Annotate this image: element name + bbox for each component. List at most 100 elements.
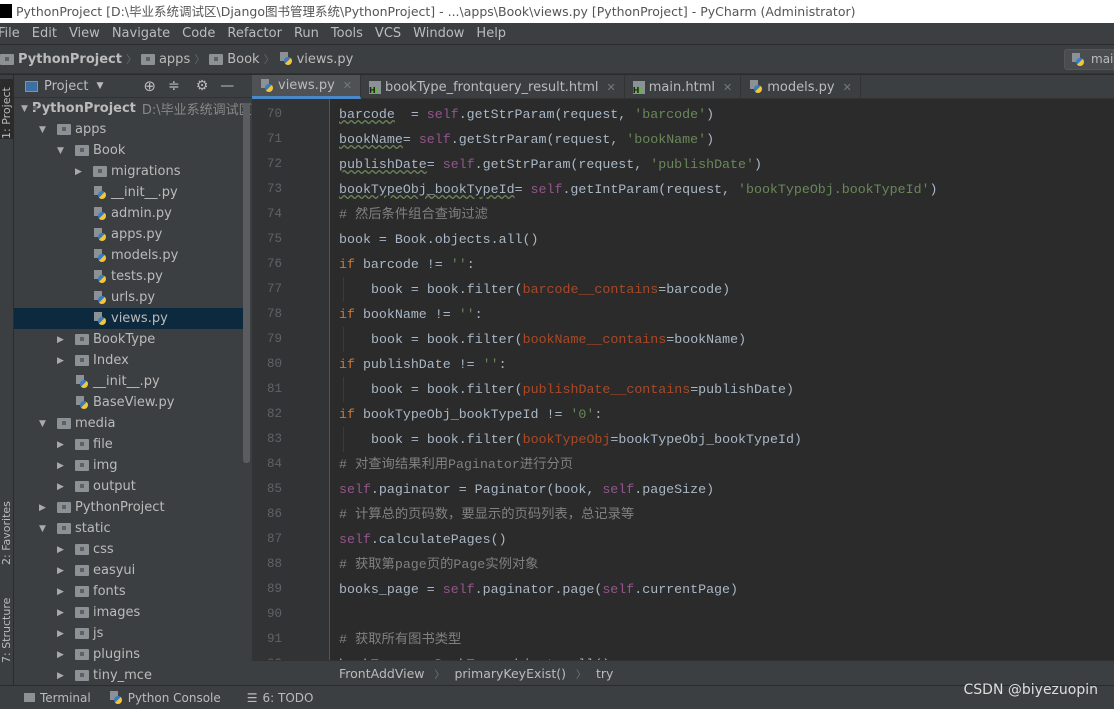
terminal-tool-button[interactable]: Terminal [0, 691, 101, 705]
breadcrumb-item[interactable]: primaryKeyExist() [454, 666, 566, 681]
chevron-down-icon[interactable]: ▼ [96, 81, 103, 91]
code-editor[interactable]: 70 barcode = self.getStrParam(request, 'b… [252, 99, 1114, 660]
menu-vcs[interactable]: VCS [369, 26, 407, 41]
tree-item[interactable]: ▼ static [14, 518, 244, 539]
minimize-icon[interactable]: — [220, 78, 234, 94]
run-config-selector[interactable]: main [1064, 49, 1114, 70]
favorites-tool-button[interactable]: 2: Favorites [0, 495, 14, 565]
breadcrumb-item[interactable]: FrontAddView [339, 666, 424, 681]
chevron-right-icon: 〉 [263, 53, 275, 66]
expanded-arrow-icon[interactable]: ▼ [21, 104, 28, 114]
tab-views-py[interactable]: views.py ✕ [252, 75, 362, 99]
project-tree-scrollbar[interactable] [243, 103, 250, 463]
collapsed-arrow-icon[interactable]: ▶ [39, 503, 57, 513]
tree-item[interactable]: __init__.py [14, 371, 244, 392]
tree-item[interactable]: ▼ apps [14, 119, 244, 140]
structure-tool-button[interactable]: 7: Structure [0, 593, 14, 663]
collapsed-arrow-icon[interactable]: ▶ [57, 461, 75, 471]
nav-crumb[interactable]: views.py [275, 52, 358, 67]
expanded-arrow-icon[interactable]: ▼ [57, 146, 75, 156]
line-number: 81 [266, 382, 282, 396]
close-icon[interactable]: ✕ [343, 79, 352, 92]
tree-item[interactable]: tests.py [14, 266, 244, 287]
menu-file[interactable]: File [0, 26, 26, 41]
collapsed-arrow-icon[interactable]: ▶ [57, 671, 75, 681]
tree-item[interactable]: BaseView.py [14, 392, 244, 413]
tree-item[interactable]: ▶ file [14, 434, 244, 455]
tree-item[interactable]: ▶ img [14, 455, 244, 476]
collapsed-arrow-icon[interactable]: ▶ [57, 566, 75, 576]
nav-crumb[interactable]: Book [205, 52, 263, 67]
menu-edit[interactable]: Edit [26, 26, 63, 41]
tree-item[interactable]: __init__.py [14, 182, 244, 203]
tree-item[interactable]: admin.py [14, 203, 244, 224]
menu-help[interactable]: Help [470, 26, 512, 41]
tree-item[interactable]: ▶ BookType [14, 329, 244, 350]
tree-item[interactable]: ▼ Book [14, 140, 244, 161]
tree-item[interactable]: ▶ output [14, 476, 244, 497]
tab-main-html[interactable]: main.html ✕ [625, 75, 742, 99]
expanded-arrow-icon[interactable]: ▼ [39, 524, 57, 534]
close-icon[interactable]: ✕ [843, 81, 852, 94]
tree-item[interactable]: ▶ tiny_mce [14, 665, 244, 685]
nav-crumb-label: views.py [296, 51, 354, 67]
tree-item-label: BookType [93, 332, 156, 347]
collapsed-arrow-icon[interactable]: ▶ [57, 440, 75, 450]
tree-item[interactable]: ▶ migrations [14, 161, 244, 182]
python-console-tool-button[interactable]: Python Console [101, 690, 231, 705]
expanded-arrow-icon[interactable]: ▼ [39, 419, 57, 429]
tree-item[interactable]: ▶ Index [14, 350, 244, 371]
menu-window[interactable]: Window [407, 26, 470, 41]
tree-item[interactable]: ▶ easyui [14, 560, 244, 581]
todo-tool-button[interactable]: ☰ 6: TODO [231, 691, 324, 705]
menu-code[interactable]: Code [176, 26, 221, 41]
tab-booktype-frontquery-result-html[interactable]: bookType_frontquery_result.html ✕ [361, 75, 625, 99]
code-token: # 获取所有图书类型 [339, 632, 462, 647]
tree-item[interactable]: ▶ plugins [14, 644, 244, 665]
tree-item[interactable]: apps.py [14, 224, 244, 245]
tree-item[interactable]: ▼ PythonProject D:\毕业系统调试区\ [14, 98, 252, 119]
menu-tools[interactable]: Tools [325, 26, 369, 41]
tree-item[interactable]: models.py [14, 245, 244, 266]
collapsed-arrow-icon[interactable]: ▶ [57, 545, 75, 555]
chevron-right-icon: 〉 [125, 53, 137, 66]
gear-icon[interactable]: ⚙ [196, 78, 209, 94]
code-line: 74 # 然后条件组合查询过滤 [252, 202, 1114, 227]
tree-item-label: img [93, 458, 118, 473]
collapsed-arrow-icon[interactable]: ▶ [57, 356, 75, 366]
collapsed-arrow-icon[interactable]: ▶ [75, 167, 93, 177]
menu-run[interactable]: Run [288, 26, 325, 41]
tree-item[interactable]: ▶ PythonProject [14, 497, 244, 518]
code-text: if bookName != '': [339, 302, 483, 327]
tree-item[interactable]: ▶ css [14, 539, 244, 560]
expanded-arrow-icon[interactable]: ▼ [39, 125, 57, 135]
collapsed-arrow-icon[interactable]: ▶ [57, 482, 75, 492]
tree-item[interactable]: urls.py [14, 287, 244, 308]
collapsed-arrow-icon[interactable]: ▶ [57, 608, 75, 618]
breadcrumb-item[interactable]: try [596, 666, 613, 681]
close-icon[interactable]: ✕ [723, 81, 732, 94]
tree-item[interactable]: ▶ fonts [14, 581, 244, 602]
tree-item[interactable]: views.py [14, 308, 244, 329]
tree-item[interactable]: ▶ images [14, 602, 244, 623]
line-number: 84 [266, 457, 282, 471]
nav-crumb[interactable]: apps [137, 52, 194, 67]
menu-view[interactable]: View [63, 26, 106, 41]
tab-models-py[interactable]: models.py ✕ [741, 75, 861, 99]
collapse-all-icon[interactable]: ≑ [168, 78, 180, 94]
close-icon[interactable]: ✕ [607, 81, 616, 94]
project-view-selector[interactable]: Project [44, 79, 88, 94]
nav-crumb[interactable]: PythonProject [0, 52, 126, 67]
tree-item[interactable]: ▼ media [14, 413, 244, 434]
line-number: 73 [266, 182, 282, 196]
indent-guide [343, 427, 344, 452]
collapsed-arrow-icon[interactable]: ▶ [57, 650, 75, 660]
project-tool-button[interactable]: 1: Project [0, 79, 14, 139]
locate-icon[interactable]: ⊕ [143, 77, 156, 95]
tree-item[interactable]: ▶ js [14, 623, 244, 644]
menu-refactor[interactable]: Refactor [221, 26, 288, 41]
menu-navigate[interactable]: Navigate [106, 26, 176, 41]
collapsed-arrow-icon[interactable]: ▶ [57, 587, 75, 597]
collapsed-arrow-icon[interactable]: ▶ [57, 629, 75, 639]
collapsed-arrow-icon[interactable]: ▶ [57, 335, 75, 345]
